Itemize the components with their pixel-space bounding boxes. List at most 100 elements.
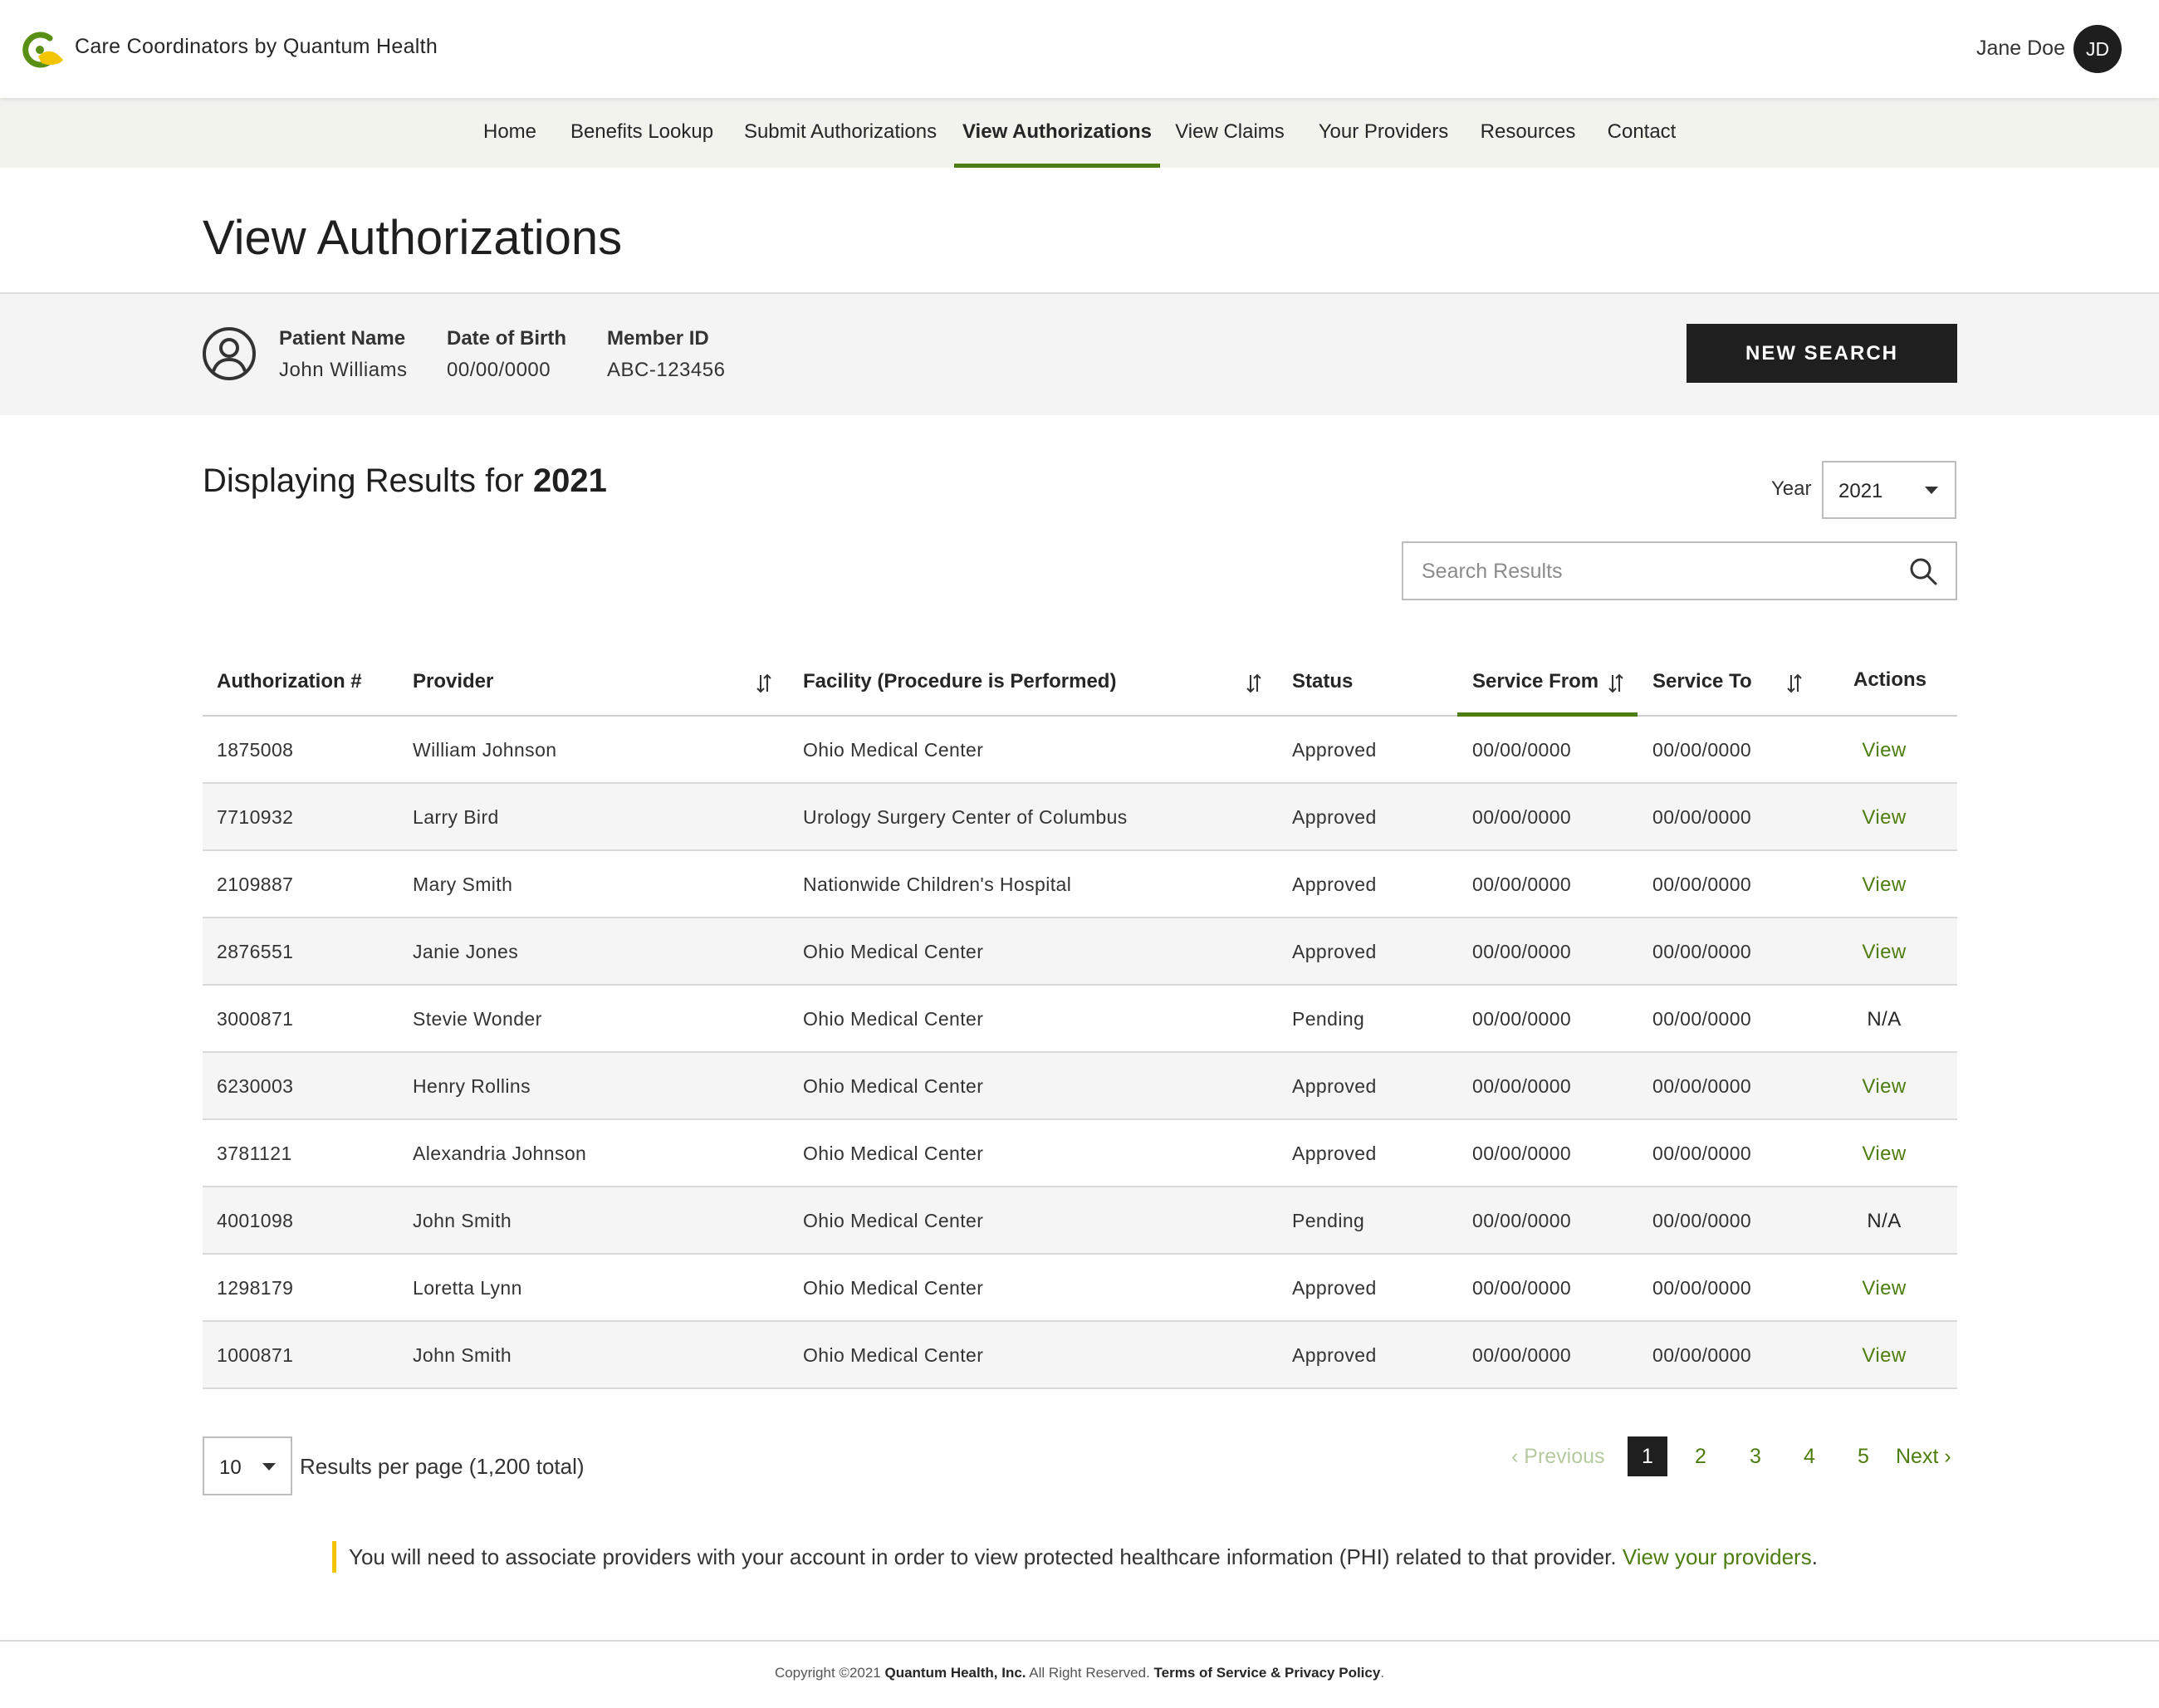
cell-facility: Urology Surgery Center of Columbus (803, 806, 1128, 828)
search-input[interactable] (1422, 555, 1887, 588)
view-action-link[interactable]: View (1855, 806, 1913, 830)
next-page-button[interactable]: Next › (1896, 1436, 1951, 1476)
user-name[interactable]: Jane Doe (1976, 37, 2065, 61)
cell-service-to: 00/00/0000 (1652, 941, 1752, 962)
view-action-link[interactable]: View (1855, 739, 1913, 762)
cell-provider: Mary Smith (413, 874, 513, 895)
nav-contact[interactable]: Contact (1599, 98, 1684, 168)
table-row: 1875008 William Johnson Ohio Medical Cente… (203, 717, 1957, 784)
table-row: 2876551 Janie Jones Ohio Medical Center App… (203, 918, 1957, 986)
sort-icon[interactable] (756, 672, 772, 695)
cell-status: Approved (1292, 1075, 1377, 1097)
sort-icon[interactable] (1246, 672, 1262, 695)
cell-facility: Ohio Medical Center (803, 1143, 984, 1164)
view-action-link[interactable]: View (1855, 1075, 1913, 1099)
page-5-button[interactable]: 5 (1843, 1436, 1883, 1476)
page-2-button[interactable]: 2 (1681, 1436, 1721, 1476)
cell-provider: William Johnson (413, 739, 557, 761)
cell-provider: Loretta Lynn (413, 1277, 522, 1299)
header-status[interactable]: Status (1292, 670, 1353, 693)
cell-status: Approved (1292, 1277, 1377, 1299)
view-action-link[interactable]: View (1855, 874, 1913, 897)
member-id-value: ABC-123456 (607, 359, 726, 381)
cell-service-to: 00/00/0000 (1652, 1210, 1752, 1231)
header-authorization[interactable]: Authorization # (217, 670, 362, 693)
table-row: 4001098 John Smith Ohio Medical Center Pend… (203, 1187, 1957, 1255)
view-action-link[interactable]: View (1855, 1143, 1913, 1166)
search-results-box[interactable] (1402, 541, 1957, 600)
cell-service-to: 00/00/0000 (1652, 1277, 1752, 1299)
cell-facility: Ohio Medical Center (803, 1344, 984, 1366)
cell-service-from: 00/00/0000 (1472, 1008, 1572, 1030)
table-row: 2109887 Mary Smith Nationwide Children's H… (203, 851, 1957, 918)
cell-authorization: 2876551 (217, 941, 294, 962)
year-select[interactable]: 2021 (1822, 461, 1956, 519)
year-label: Year (1771, 477, 1812, 500)
page-title: View Authorizations (203, 211, 623, 265)
cell-status: Approved (1292, 874, 1377, 895)
previous-page-button[interactable]: ‹ Previous (1511, 1436, 1605, 1476)
page-3-button[interactable]: 3 (1736, 1436, 1775, 1476)
sort-icon[interactable] (1786, 672, 1803, 695)
header-facility[interactable]: Facility (Procedure is Performed) (803, 670, 1116, 693)
table-row: 1000871 John Smith Ohio Medical Center Appr… (203, 1322, 1957, 1389)
footer-rights: All Right Reserved. (1026, 1665, 1154, 1681)
table-row: 3781121 Alexandria Johnson Ohio Medical Ce… (203, 1120, 1957, 1187)
sort-icon[interactable] (1608, 672, 1624, 695)
table-row: 6230003 Henry Rollins Ohio Medical Center A… (203, 1053, 1957, 1120)
cell-authorization: 7710932 (217, 806, 294, 828)
page-4-button[interactable]: 4 (1789, 1436, 1829, 1476)
page-1-button[interactable]: 1 (1628, 1436, 1667, 1476)
top-header: Care Coordinators by Quantum Health Jane… (0, 0, 2159, 98)
cell-status: Approved (1292, 941, 1377, 962)
patient-info-band: Patient Name John Williams Date of Birth… (0, 292, 2159, 415)
previous-label: Previous (1524, 1445, 1605, 1468)
cell-authorization: 1298179 (217, 1277, 294, 1299)
footer-copyright: Copyright ©2021 (774, 1665, 885, 1681)
nav-home[interactable]: Home (473, 98, 546, 168)
view-action-link[interactable]: View (1855, 941, 1913, 964)
user-avatar[interactable]: JD (2073, 25, 2122, 73)
cell-authorization: 1000871 (217, 1344, 294, 1366)
cell-facility: Ohio Medical Center (803, 1277, 984, 1299)
action-not-available: N/A (1867, 1210, 1902, 1232)
header-service-to[interactable]: Service To (1652, 670, 1752, 693)
cell-service-from: 00/00/0000 (1472, 1210, 1572, 1231)
member-id-label: Member ID (607, 327, 709, 350)
user-circle-icon (203, 327, 256, 380)
header-actions: Actions (1853, 668, 1927, 691)
nav-benefits-lookup[interactable]: Benefits Lookup (561, 98, 722, 168)
terms-privacy-link[interactable]: Terms of Service & Privacy Policy (1154, 1665, 1381, 1681)
phi-notice: You will need to associate providers wit… (332, 1541, 1818, 1573)
cell-service-from: 00/00/0000 (1472, 1143, 1572, 1164)
cell-service-from: 00/00/0000 (1472, 941, 1572, 962)
cell-service-to: 00/00/0000 (1652, 1344, 1752, 1366)
header-provider[interactable]: Provider (413, 670, 493, 693)
view-action-link[interactable]: View (1855, 1344, 1913, 1368)
nav-view-claims[interactable]: View Claims (1171, 98, 1289, 168)
header-service-from[interactable]: Service From (1472, 670, 1598, 693)
cell-service-from: 00/00/0000 (1472, 1075, 1572, 1097)
cell-service-to: 00/00/0000 (1652, 1143, 1752, 1164)
view-providers-link[interactable]: View your providers (1623, 1544, 1812, 1569)
quantum-health-logo[interactable] (22, 32, 68, 68)
cell-facility: Ohio Medical Center (803, 1008, 984, 1030)
cell-provider: Alexandria Johnson (413, 1143, 587, 1164)
cell-service-from: 00/00/0000 (1472, 1344, 1572, 1366)
cell-service-to: 00/00/0000 (1652, 1008, 1752, 1030)
search-icon[interactable] (1908, 556, 1938, 586)
nav-your-providers[interactable]: Your Providers (1312, 98, 1455, 168)
notice-suffix: . (1811, 1544, 1818, 1569)
view-action-link[interactable]: View (1855, 1277, 1913, 1300)
brand-name[interactable]: Care Coordinators by Quantum Health (75, 35, 438, 59)
nav-view-authorizations[interactable]: View Authorizations (954, 98, 1160, 168)
new-search-button[interactable]: NEW SEARCH (1687, 324, 1957, 383)
patient-name-field: Patient Name John Williams (279, 327, 408, 382)
nav-submit-authorizations[interactable]: Submit Authorizations (736, 98, 945, 168)
table-body: 1875008 William Johnson Ohio Medical Cente… (203, 717, 1957, 1389)
per-page-select[interactable]: 10 (203, 1436, 292, 1495)
results-heading-prefix: Displaying Results for (203, 462, 533, 499)
nav-resources[interactable]: Resources (1475, 98, 1581, 168)
authorizations-table: Authorization # Provider Facility (Proce… (203, 650, 1957, 1389)
cell-provider: Janie Jones (413, 941, 519, 962)
